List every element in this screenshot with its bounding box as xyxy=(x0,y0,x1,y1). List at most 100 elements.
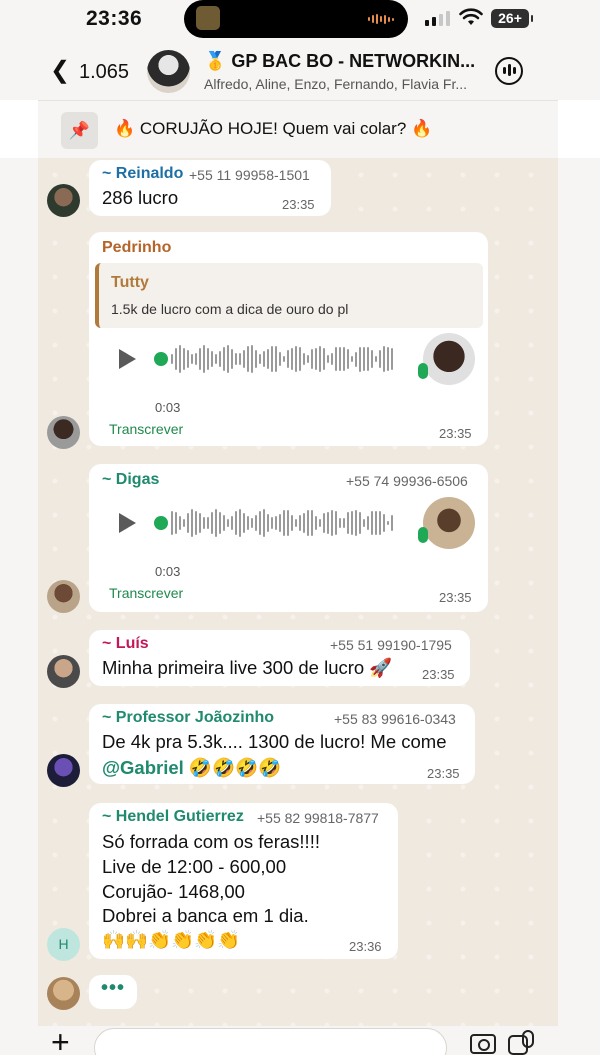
avatar[interactable] xyxy=(47,416,80,449)
waveform-bar xyxy=(375,511,377,535)
waveform-bar xyxy=(243,350,245,368)
waveform-bar xyxy=(235,511,237,535)
message-time: 23:35 xyxy=(422,667,455,682)
camera-icon[interactable] xyxy=(470,1034,496,1054)
waveform-bar xyxy=(383,345,385,373)
waveform-bar xyxy=(183,518,185,528)
unread-count[interactable]: 1.065 xyxy=(79,61,129,84)
waveform-bar xyxy=(303,353,305,365)
waveform-bar xyxy=(307,354,309,364)
mention-link[interactable]: @Gabriel xyxy=(102,757,184,778)
waveform-bar xyxy=(183,347,185,371)
waveform-bar xyxy=(195,352,197,366)
mic-icon xyxy=(418,363,428,379)
quoted-sender: Tutty xyxy=(111,274,149,291)
avatar[interactable] xyxy=(47,184,80,217)
sender-name[interactable]: ~ Professor Joãozinho xyxy=(102,709,274,727)
sender-name[interactable]: ~ Reinaldo xyxy=(102,165,183,183)
waveform-bar xyxy=(291,348,293,370)
sender-name[interactable]: ~ Luís xyxy=(102,635,149,653)
message-input-bar: + xyxy=(0,1026,600,1055)
message-time: 23:35 xyxy=(439,426,472,441)
waveform-bar xyxy=(391,514,393,532)
waveform-bar xyxy=(375,356,377,362)
avatar[interactable] xyxy=(47,754,80,787)
waveform-bar xyxy=(271,346,273,372)
waveform-bar xyxy=(287,349,289,369)
attach-plus-icon[interactable]: + xyxy=(51,1026,70,1055)
waveform-bar xyxy=(223,514,225,532)
sender-name[interactable]: Pedrinho xyxy=(102,239,171,257)
avatar[interactable] xyxy=(47,655,80,688)
group-members[interactable]: Alfredo, Aline, Enzo, Fernando, Flavia F… xyxy=(204,76,467,92)
waveform-bar xyxy=(175,348,177,370)
waveform-bar xyxy=(319,346,321,372)
message-input[interactable] xyxy=(94,1028,528,1055)
waveform-bar xyxy=(331,510,333,536)
typing-indicator: ••• xyxy=(89,975,137,1009)
audio-waveform[interactable] xyxy=(171,508,401,538)
avatar[interactable] xyxy=(47,580,80,613)
waveform-bar xyxy=(211,351,213,367)
waveform-bar xyxy=(287,509,289,537)
mic-record-icon[interactable] xyxy=(522,1030,534,1048)
audio-progress-handle[interactable] xyxy=(154,352,168,366)
play-icon[interactable] xyxy=(119,349,136,369)
pinned-message-text: 🔥 CORUJÃO HOJE! Quem vai colar? 🔥 xyxy=(114,119,433,138)
pinned-message-bar[interactable]: 📌 🔥 CORUJÃO HOJE! Quem vai colar? 🔥 xyxy=(38,100,558,158)
audio-waveform[interactable] xyxy=(171,344,401,374)
audio-progress-handle[interactable] xyxy=(154,516,168,530)
message-text: Dobrei a banca em 1 dia. xyxy=(102,905,309,926)
waveform-bar xyxy=(175,512,177,534)
waveform-bar xyxy=(275,516,277,530)
transcribe-link[interactable]: Transcrever xyxy=(109,585,183,601)
transcribe-link[interactable]: Transcrever xyxy=(109,421,183,437)
message-text-line2: @Gabriel 🤣🤣🤣🤣 xyxy=(102,755,281,780)
waveform-bar xyxy=(187,350,189,368)
message-bubble[interactable]: ~ Luís +55 51 99190-1795 Minha primeira … xyxy=(89,630,470,686)
message-bubble[interactable]: Pedrinho Tutty 1.5k de lucro com a dica … xyxy=(89,232,488,446)
waveform-bar xyxy=(299,346,301,372)
back-chevron-icon[interactable]: ❮ xyxy=(50,56,70,85)
waveform-bar xyxy=(235,352,237,366)
waveform-bar xyxy=(371,511,373,535)
waveform-bar xyxy=(227,518,229,528)
message-bubble[interactable]: ~ Reinaldo +55 11 99958-1501 286 lucro 2… xyxy=(89,160,331,216)
message-bubble[interactable]: ~ Hendel Gutierrez +55 82 99818-7877 Só … xyxy=(89,803,398,959)
waveform-bar xyxy=(323,513,325,533)
group-title[interactable]: 🥇 GP BAC BO - NETWORKIN... xyxy=(204,51,475,72)
waveform-bar xyxy=(363,519,365,527)
waveform-bar xyxy=(251,345,253,373)
message-time: 23:35 xyxy=(439,590,472,605)
waveform-bar xyxy=(259,354,261,364)
clock: 23:36 xyxy=(86,7,143,30)
message-text: Live de 12:00 - 600,00 xyxy=(102,856,287,877)
waveform-bar xyxy=(383,513,385,533)
sender-name[interactable]: ~ Hendel Gutierrez xyxy=(102,808,244,826)
avatar[interactable] xyxy=(47,977,80,1010)
group-avatar[interactable] xyxy=(147,50,190,93)
avatar[interactable]: H xyxy=(47,928,80,961)
mic-icon xyxy=(418,527,428,543)
waveform-bar xyxy=(359,346,361,372)
waveform-bar xyxy=(199,347,201,371)
waveform-bar xyxy=(335,511,337,535)
audio-duration: 0:03 xyxy=(155,400,181,415)
emoji-run: 🤣🤣🤣🤣 xyxy=(183,757,282,778)
waveform-bar xyxy=(179,345,181,373)
waveform-bar xyxy=(319,519,321,527)
waveform-bar xyxy=(275,346,277,372)
sender-phone: +55 11 99958-1501 xyxy=(189,167,310,183)
waveform-bar xyxy=(355,351,357,367)
waveform-bar xyxy=(327,354,329,364)
waveform-bar xyxy=(307,510,309,536)
voice-chat-icon[interactable] xyxy=(495,57,523,85)
message-bubble[interactable]: ~ Professor Joãozinho +55 83 99616-0343 … xyxy=(89,704,475,784)
sender-name[interactable]: ~ Digas xyxy=(102,471,159,489)
voice-sender-avatar xyxy=(423,333,475,385)
message-bubble[interactable]: ~ Digas +55 74 99936-6506 0:03 Transcrev… xyxy=(89,464,488,612)
quoted-message[interactable]: Tutty 1.5k de lucro com a dica de ouro d… xyxy=(95,263,483,328)
waveform-bar xyxy=(379,511,381,535)
message-text: Corujão- 1468,00 xyxy=(102,881,245,902)
play-icon[interactable] xyxy=(119,513,136,533)
